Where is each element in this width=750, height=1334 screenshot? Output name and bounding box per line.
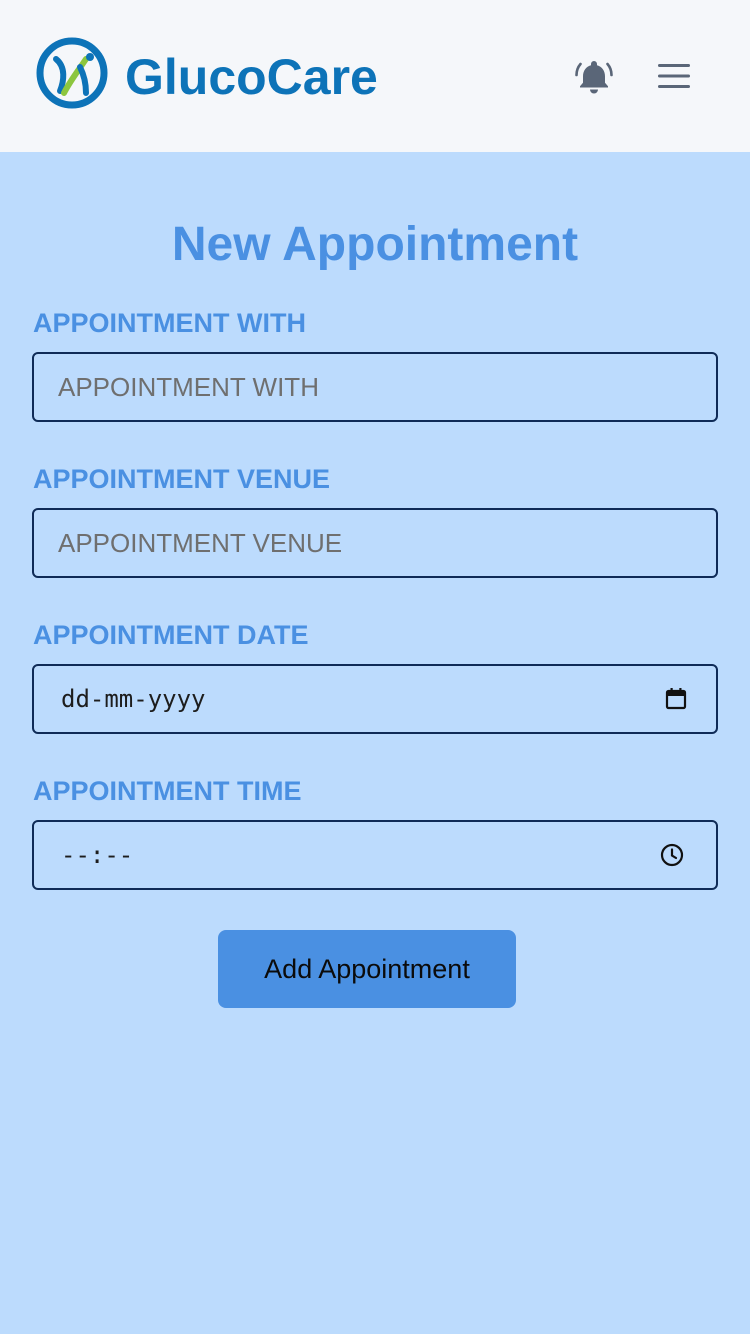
date-value: dd-mm-yyyy <box>61 685 206 713</box>
add-appointment-button[interactable]: Add Appointment <box>218 930 516 1008</box>
appointment-venue-field[interactable] <box>32 508 718 578</box>
appointment-with-field[interactable] <box>32 352 718 422</box>
appointment-venue-label: APPOINTMENT VENUE <box>33 464 331 494</box>
glucocare-logo-icon[interactable] <box>36 37 108 109</box>
clock-icon[interactable] <box>658 841 686 869</box>
time-value: --:-- <box>61 841 134 869</box>
app-header: GlucoCare <box>0 0 750 152</box>
appointment-time-input[interactable]: --:-- <box>32 820 718 890</box>
appointment-venue-input[interactable] <box>34 510 716 576</box>
bell-icon[interactable] <box>574 56 614 96</box>
appointment-date-input[interactable]: dd-mm-yyyy <box>32 664 718 734</box>
hamburger-menu-icon[interactable] <box>654 56 694 96</box>
appointment-with-label: APPOINTMENT WITH <box>33 308 306 338</box>
appointment-time-label: APPOINTMENT TIME <box>33 776 302 806</box>
appointment-with-input[interactable] <box>34 354 716 420</box>
appointment-date-label: APPOINTMENT DATE <box>33 620 309 650</box>
calendar-icon[interactable] <box>662 685 690 713</box>
page-title: New Appointment <box>171 218 579 271</box>
brand-name[interactable]: GlucoCare <box>125 48 378 106</box>
